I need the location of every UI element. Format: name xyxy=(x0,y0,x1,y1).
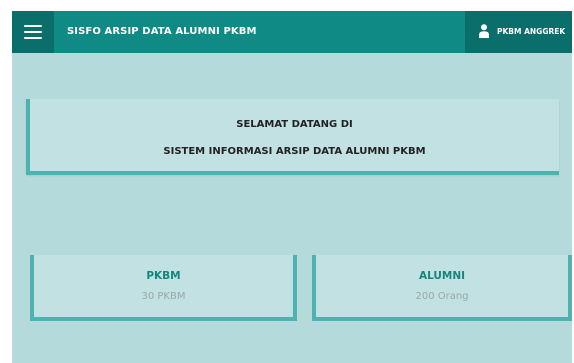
user-icon xyxy=(479,24,489,38)
pkbm-stat-value: 30 PKBM xyxy=(141,291,186,302)
top-navbar: SISFO ARSIP DATA ALUMNI PKBM PKBM ANGGRE… xyxy=(12,11,572,53)
hamburger-menu-icon-bar xyxy=(24,37,42,39)
menu-toggle-button[interactable] xyxy=(12,11,54,53)
alumni-stat-value: 200 Orang xyxy=(415,291,469,302)
user-name: PKBM ANGGREK xyxy=(497,27,566,36)
alumni-stat-card[interactable]: ALUMNI 200 Orang xyxy=(312,255,572,321)
pkbm-stat-card[interactable]: PKBM 30 PKBM xyxy=(30,255,297,321)
app-title[interactable]: SISFO ARSIP DATA ALUMNI PKBM xyxy=(67,11,257,53)
alumni-stat-title: ALUMNI xyxy=(418,270,466,282)
hamburger-menu-icon xyxy=(24,25,42,27)
welcome-subheading: SISTEM INFORMASI ARSIP DATA ALUMNI PKBM xyxy=(163,146,426,157)
hamburger-menu-icon-bar xyxy=(24,31,42,33)
pkbm-stat-title: PKBM xyxy=(146,270,181,282)
welcome-heading: SELAMAT DATANG DI xyxy=(236,119,353,130)
user-menu-button[interactable]: PKBM ANGGREK xyxy=(465,11,572,53)
welcome-banner: SELAMAT DATANG DI SISTEM INFORMASI ARSIP… xyxy=(26,99,559,175)
app-frame: SISFO ARSIP DATA ALUMNI PKBM PKBM ANGGRE… xyxy=(12,11,572,363)
